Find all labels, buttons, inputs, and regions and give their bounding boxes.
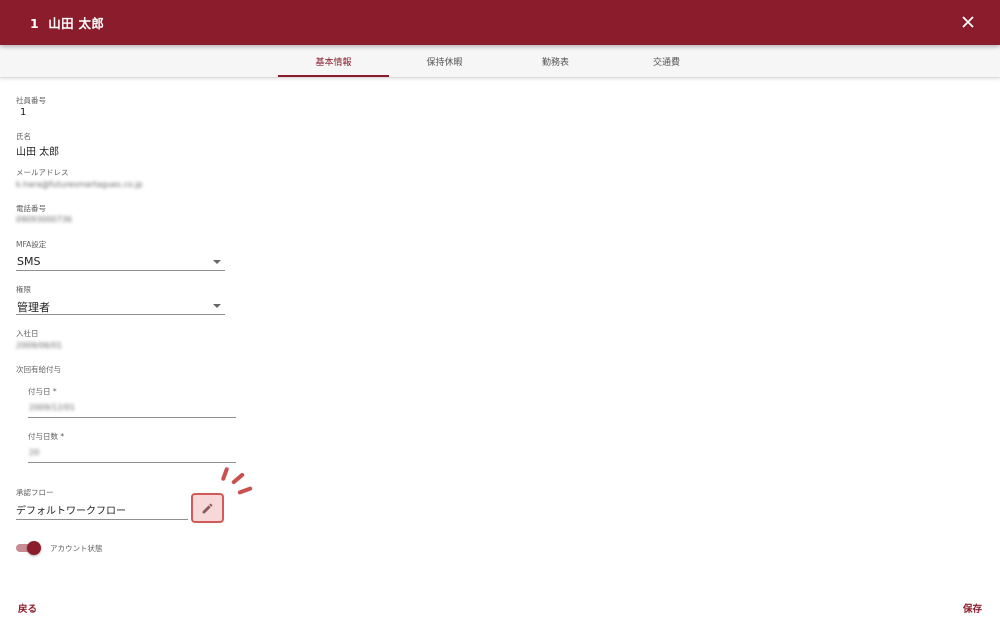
dropdown-arrow-icon [213,260,221,264]
mfa-select[interactable]: SMS [16,253,225,271]
edit-approval-flow-button[interactable] [191,493,224,523]
phone-value: 09093000736 [16,215,72,224]
tab-timesheet[interactable]: 勤務表 [500,45,611,77]
grant-date-input[interactable]: 2009/12/01 [28,400,236,418]
account-status-label: アカウント状態 [50,544,103,553]
phone-label: 電話番号 [16,204,46,213]
tab-basic-info[interactable]: 基本情報 [278,45,389,77]
name-value: 山田 太郎 [16,147,60,158]
pencil-icon [202,503,213,513]
close-icon [962,16,974,28]
dropdown-arrow-icon [213,304,221,308]
grant-days-value: 20 [29,448,40,457]
back-button[interactable]: 戻る [18,601,37,615]
join-date-value: 2009/06/01 [16,341,63,350]
approval-flow-underline [16,519,188,520]
employee-number-value: 1 [20,107,27,118]
tab-bar: 基本情報 保持休暇 勤務表 交通費 [0,45,1000,78]
approval-flow-value: デフォルトワークフロー [16,506,126,517]
tab-transportation[interactable]: 交通費 [611,45,722,77]
email-label: メールアドレス [16,168,69,177]
tab-leave-balance[interactable]: 保持休暇 [389,45,500,77]
highlight-spark-icon [220,466,230,482]
role-label: 権限 [16,285,31,294]
email-value: k.hara@futuresmartagues.co.jp [16,180,143,189]
save-button[interactable]: 保存 [963,601,982,615]
grant-date-value: 2009/12/01 [29,403,76,412]
approval-flow-label: 承認フロー [16,488,54,497]
highlight-spark-icon [230,472,246,485]
active-tab-indicator [278,75,389,77]
dialog-header: 1 山田 太郎 [0,0,1000,45]
toggle-thumb [27,541,41,555]
account-status-toggle[interactable] [16,541,42,555]
mfa-label: MFA設定 [16,240,47,249]
role-selected-value: 管理者 [17,301,50,314]
grant-date-label: 付与日 * [28,387,57,396]
grant-days-label: 付与日数 * [28,432,65,441]
name-label: 氏名 [16,132,31,141]
highlight-spark-icon [237,486,253,495]
dialog-title: 1 山田 太郎 [30,16,105,31]
employee-number-label: 社員番号 [16,96,46,105]
join-date-label: 入社日 [16,329,39,338]
close-button[interactable] [958,12,978,32]
grant-days-input[interactable]: 20 [28,445,236,463]
mfa-selected-value: SMS [17,255,41,268]
next-grant-label: 次回有給付与 [16,365,61,374]
role-select[interactable]: 管理者 [16,297,225,315]
